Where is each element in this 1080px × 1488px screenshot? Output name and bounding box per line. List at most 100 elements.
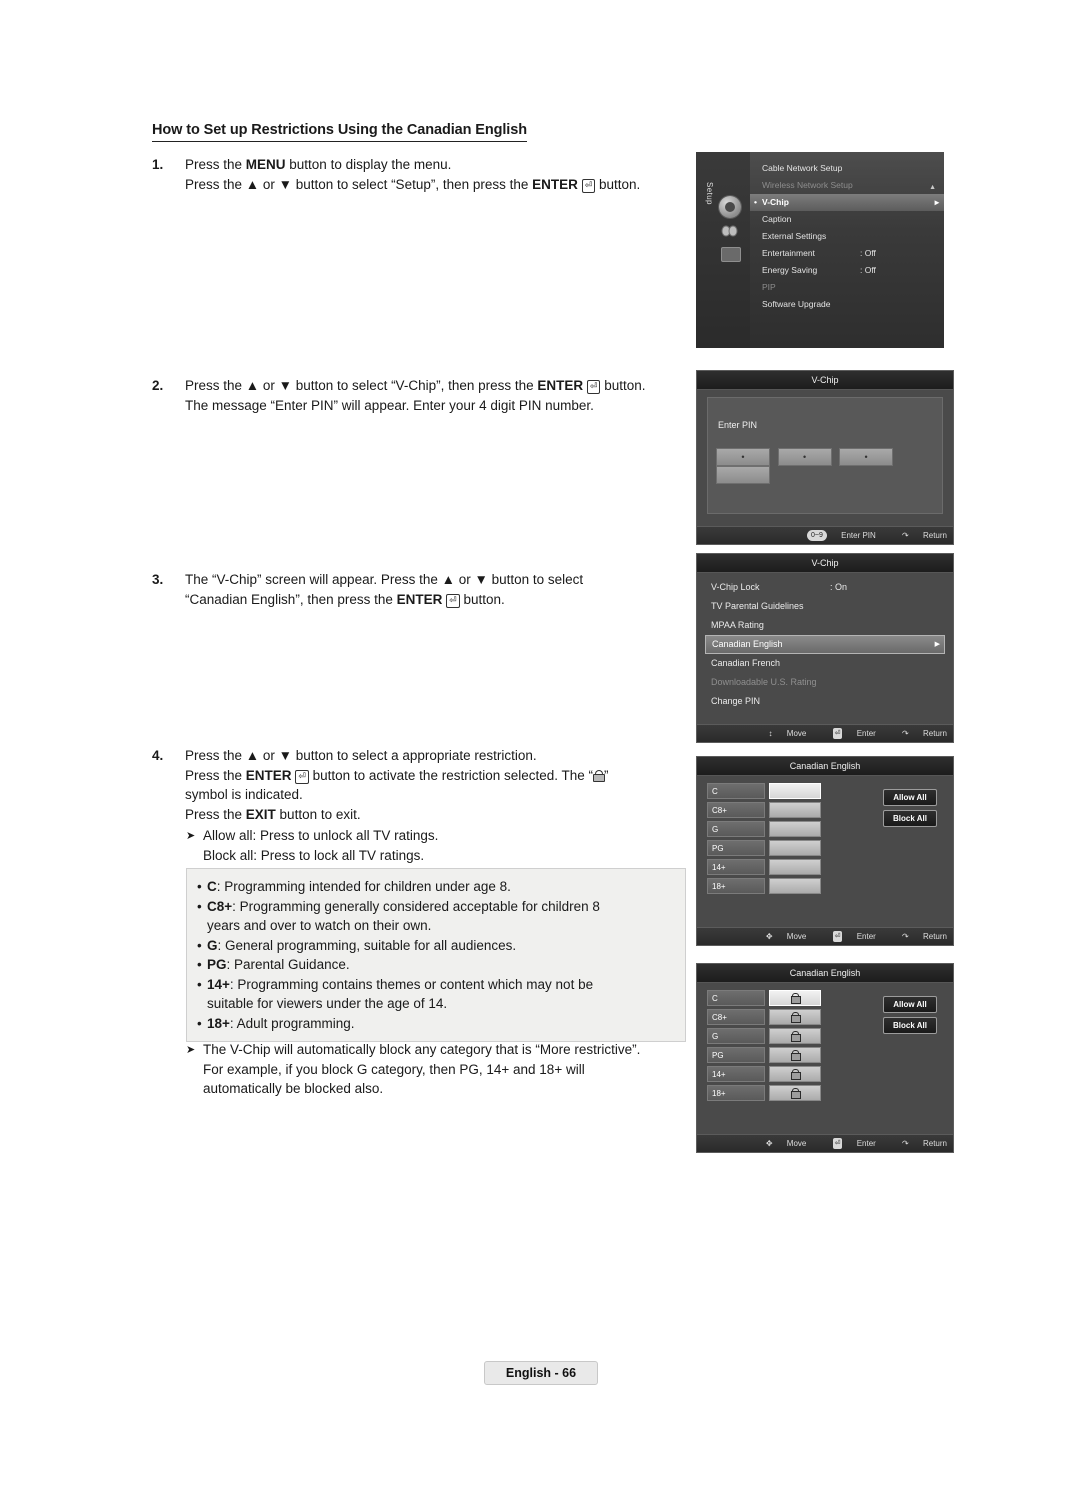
step-1-number: 1. — [152, 157, 164, 172]
menu-item-cable-network-setup[interactable]: Cable Network Setup — [750, 160, 944, 177]
lock-icon — [790, 1031, 801, 1042]
footer-hint-label: Enter — [856, 729, 876, 738]
rating-descriptions-box: C: Programming intended for children und… — [186, 868, 686, 1042]
enter-icon: ⏎ — [832, 931, 843, 942]
rating-lock-cell[interactable] — [769, 821, 821, 837]
rating-label: G — [707, 821, 765, 837]
rating-lock-cell[interactable] — [769, 1085, 821, 1101]
rating-label: C — [707, 990, 765, 1006]
lock-icon — [790, 1088, 801, 1099]
pin-digit-2[interactable]: • — [777, 448, 832, 466]
allow-block-note: ➤ Allow all: Press to unlock all TV rati… — [186, 826, 686, 865]
rating-label: G — [707, 1028, 765, 1044]
rating-lock-cell[interactable] — [769, 783, 821, 799]
row-label: MPAA Rating — [711, 620, 764, 630]
footer-hint-label: Return — [922, 531, 947, 540]
row-label: TV Parental Guidelines — [711, 601, 804, 611]
vchip-row-canadian-french[interactable]: Canadian French — [705, 654, 945, 673]
rating-lock-cell[interactable] — [769, 990, 821, 1006]
step-3-body: The “V-Chip” screen will appear. Press t… — [185, 570, 692, 609]
rating-lock-cell[interactable] — [769, 878, 821, 894]
step-3-number: 3. — [152, 572, 164, 587]
menu-item-label: Cable Network Setup — [762, 163, 843, 173]
enter-pin-box: Enter PIN • • • — [707, 397, 943, 514]
enter-icon: ⏎ — [446, 593, 460, 608]
menu-item-caption[interactable]: Caption — [750, 211, 944, 228]
menu-item-label: V-Chip — [762, 197, 789, 207]
rating-lock-cell[interactable] — [769, 1047, 821, 1063]
menu-item-label: Caption — [762, 214, 792, 224]
step-4-line-3: symbol is indicated. — [185, 787, 303, 802]
vchip-row-change-pin[interactable]: Change PIN — [705, 692, 945, 711]
lock-icon — [790, 993, 801, 1004]
row-label: Canadian English — [712, 639, 783, 649]
manual-page: How to Set up Restrictions Using the Can… — [0, 0, 1080, 1488]
pin-digit-4[interactable] — [716, 466, 770, 484]
setup-menu-list: Cable Network Setup Wireless Network Set… — [750, 152, 944, 348]
caption-icon-svg — [721, 225, 738, 237]
setup-tab-label: Setup — [705, 182, 714, 205]
rating-lock-cell[interactable] — [769, 1066, 821, 1082]
rating-lock-cell[interactable] — [769, 802, 821, 818]
vchip-row-canadian-english[interactable]: Canadian English — [705, 635, 945, 654]
enter-icon: ⏎ — [295, 769, 309, 784]
row-label: Downloadable U.S. Rating — [711, 677, 817, 687]
footer-hint-return: ↷ Return — [890, 531, 947, 540]
menu-item-software-upgrade[interactable]: Software Upgrade — [750, 296, 944, 313]
vchip-row-downloadable-us-rating[interactable]: Downloadable U.S. Rating — [705, 673, 945, 692]
rating-lock-cell[interactable] — [769, 1009, 821, 1025]
step-2-number: 2. — [152, 378, 164, 393]
screenshot-canadian-english-locked: Canadian English C C8+ G PG 14+ 18+ Allo… — [696, 963, 954, 1153]
lock-icon — [790, 1012, 801, 1023]
footnote-note: ➤ The V-Chip will automatically block an… — [186, 1040, 686, 1099]
menu-item-v-chip[interactable]: V-Chip — [750, 194, 944, 211]
vchip-row-mpaa-rating[interactable]: MPAA Rating — [705, 616, 945, 635]
menu-item-wireless-network-setup[interactable]: Wireless Network Setup — [750, 177, 944, 194]
rating-lock-cell[interactable] — [769, 840, 821, 856]
footer-hint-enter: ⏎ Enter — [821, 931, 876, 942]
pin-digit-3[interactable]: • — [839, 448, 894, 466]
rating-label: 18+ — [707, 878, 765, 894]
vchip-list: V-Chip Lock: On TV Parental Guidelines M… — [705, 578, 945, 711]
block-all-button[interactable]: Block All — [883, 810, 937, 827]
move-updown-icon: ↕ — [768, 729, 773, 738]
enter-pin-title: V-Chip — [697, 371, 953, 390]
rating-lock-cell[interactable] — [769, 1028, 821, 1044]
row-label: V-Chip Lock — [711, 582, 760, 592]
step-2: 2. Press the ▲ or ▼ button to select “V-… — [152, 376, 692, 415]
menu-item-pip[interactable]: PIP — [750, 279, 944, 296]
rating-desc-c8: C8+: Programming generally considered ac… — [197, 897, 675, 936]
menu-item-entertainment[interactable]: Entertainment: Off — [750, 245, 944, 262]
rating-lock-cell[interactable] — [769, 859, 821, 875]
pin-input-row[interactable]: • • • — [716, 448, 942, 486]
screenshot-setup-menu: Setup ▲ Cable Network Setup Wireless Net… — [696, 152, 944, 348]
footer-hint-move: ✥ Move — [754, 1139, 807, 1148]
arrow-glyph: ➤ — [186, 1044, 196, 1056]
vchip-row-v-chip-lock[interactable]: V-Chip Lock: On — [705, 578, 945, 597]
enter-icon: ⏎ — [832, 1138, 843, 1149]
menu-item-label: Energy Saving — [762, 265, 818, 275]
external-settings-icon — [721, 247, 741, 262]
keycap-digits-icon: 0~9 — [807, 530, 827, 541]
footnote-line-2: For example, if you block G category, th… — [203, 1061, 585, 1077]
rating-desc-18: 18+: Adult programming. — [197, 1014, 675, 1034]
menu-item-energy-saving[interactable]: Energy Saving: Off — [750, 262, 944, 279]
allow-all-button[interactable]: Allow All — [883, 789, 937, 806]
step-1: 1. Press the MENU button to display the … — [152, 155, 692, 194]
menu-item-label: External Settings — [762, 231, 827, 241]
menu-item-label: PIP — [762, 282, 776, 292]
vchip-footer: ↕ Move ⏎ Enter ↷ Return — [697, 724, 953, 742]
screenshot-enter-pin: V-Chip Enter PIN • • • 0~9 Enter PIN ↷ R… — [696, 370, 954, 545]
vchip-title: V-Chip — [697, 554, 953, 573]
pin-digit-1[interactable]: • — [716, 448, 770, 466]
step-2-body: Press the ▲ or ▼ button to select “V-Chi… — [185, 376, 692, 415]
block-all-button[interactable]: Block All — [883, 1017, 937, 1034]
allow-all-button[interactable]: Allow All — [883, 996, 937, 1013]
step-4-line-2: Press the ENTER ⏎ button to activate the… — [185, 767, 609, 784]
step-2-line-1: Press the ▲ or ▼ button to select “V-Chi… — [185, 378, 646, 394]
row-label: Canadian French — [711, 658, 781, 668]
menu-item-external-settings[interactable]: External Settings — [750, 228, 944, 245]
footer-hint-label: Enter — [856, 1139, 876, 1148]
footer-hint-return: ↷ Return — [890, 932, 947, 941]
vchip-row-tv-parental-guidelines[interactable]: TV Parental Guidelines — [705, 597, 945, 616]
